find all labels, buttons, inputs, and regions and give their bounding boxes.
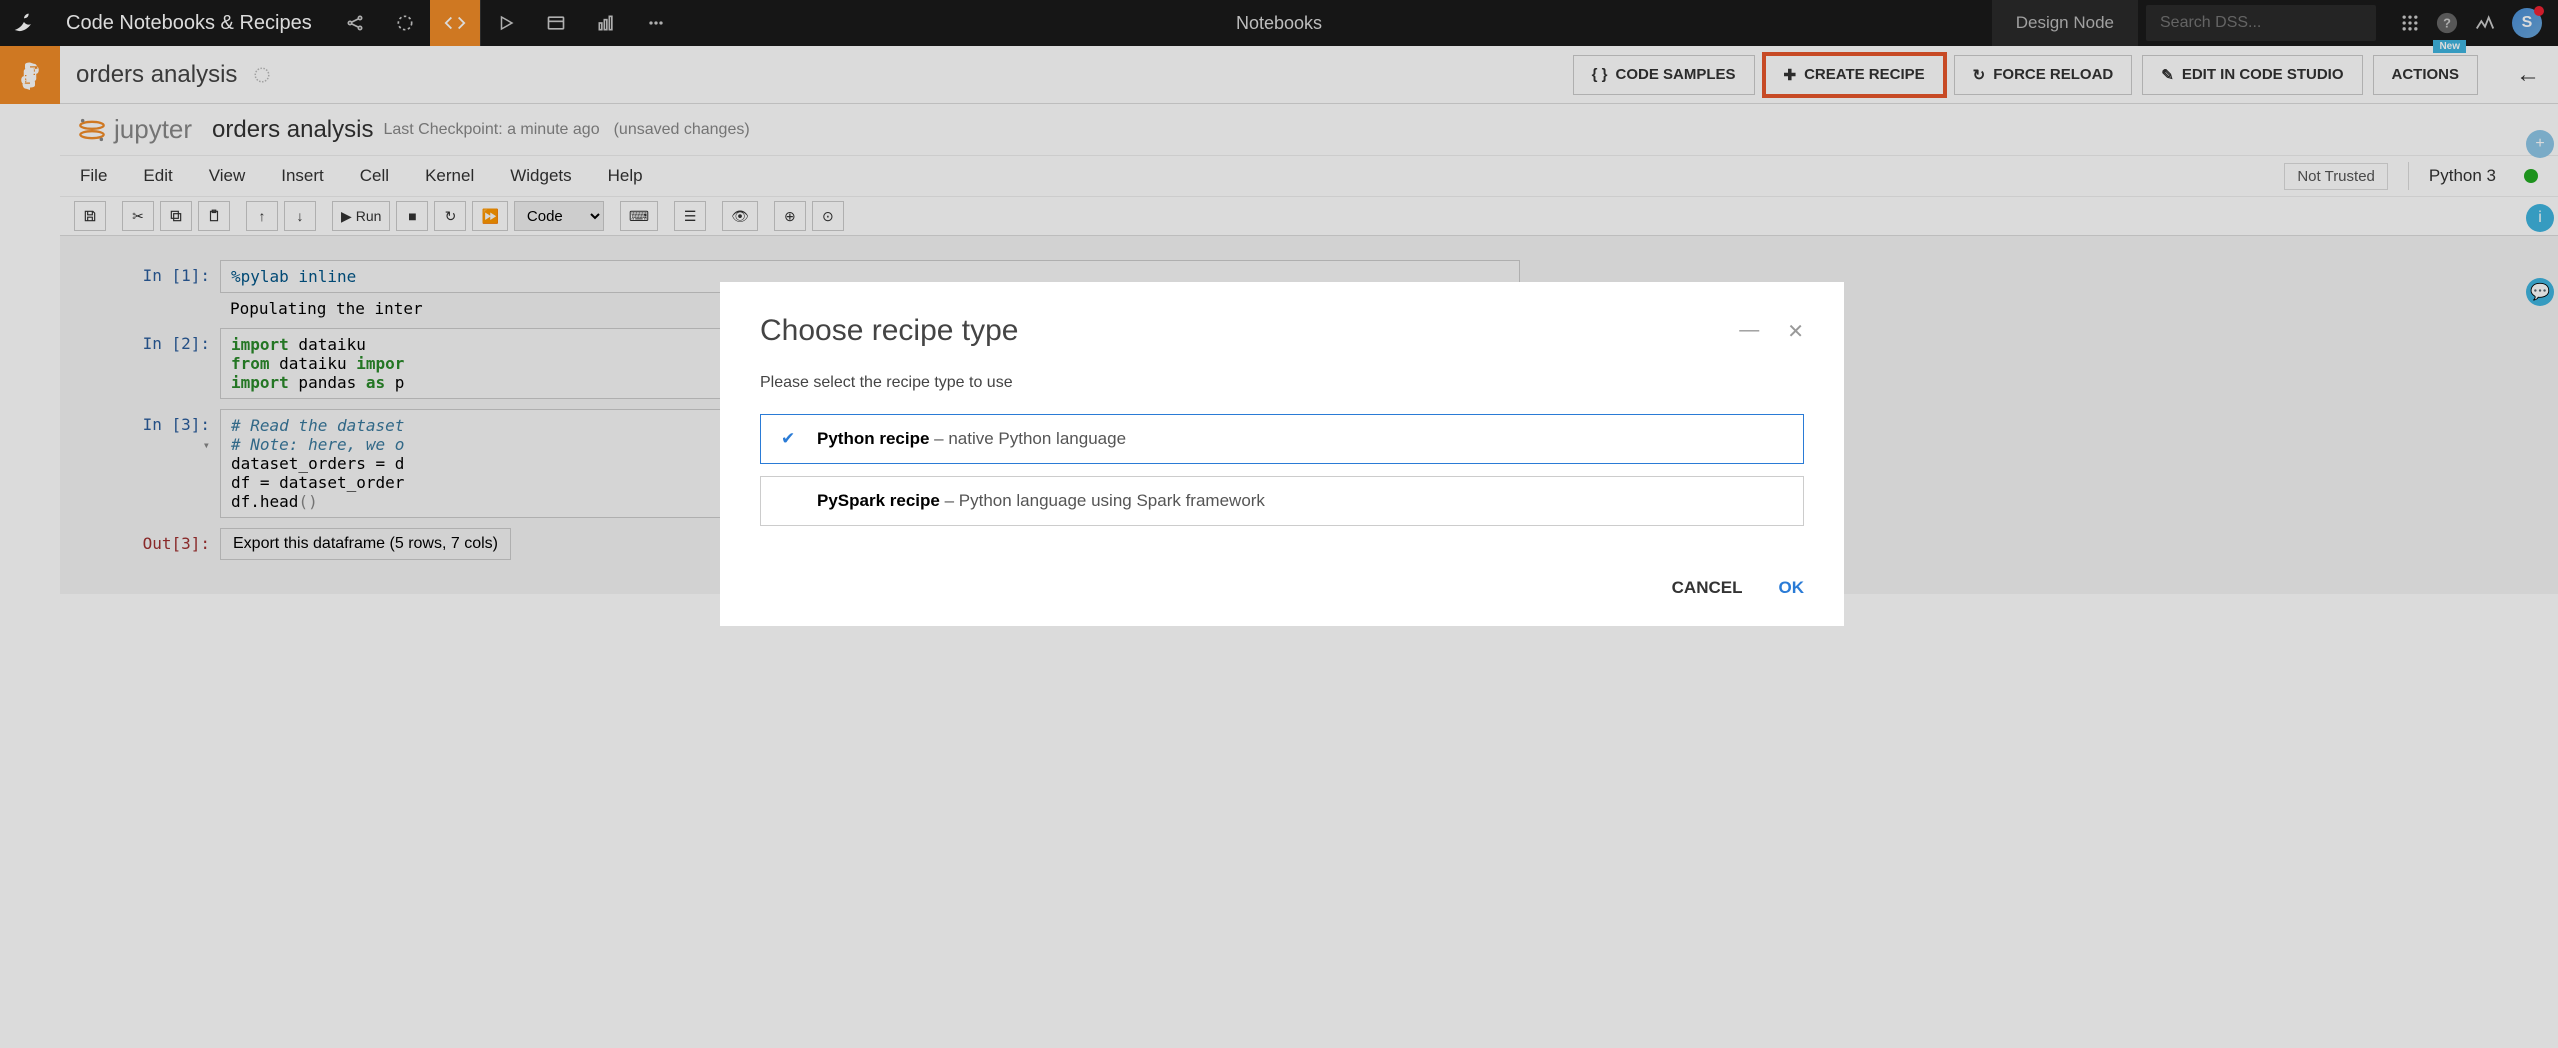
recipe-name: Python recipe [817,429,929,448]
recipe-type-modal: Choose recipe type — ✕ Please select the… [720,282,1844,626]
close-icon[interactable]: ✕ [1787,319,1804,344]
modal-title: Choose recipe type [760,314,1019,348]
modal-instruction: Please select the recipe type to use [760,374,1804,392]
minimize-icon[interactable]: — [1739,319,1759,344]
recipe-desc: – native Python language [929,429,1126,448]
check-icon: ✔ [781,429,801,449]
recipe-option-python[interactable]: ✔ Python recipe – native Python language [760,414,1804,464]
recipe-option-pyspark[interactable]: PySpark recipe – Python language using S… [760,476,1804,526]
recipe-name: PySpark recipe [817,491,940,510]
ok-button[interactable]: OK [1779,578,1805,598]
recipe-desc: – Python language using Spark framework [940,491,1265,510]
cancel-button[interactable]: CANCEL [1672,578,1743,598]
